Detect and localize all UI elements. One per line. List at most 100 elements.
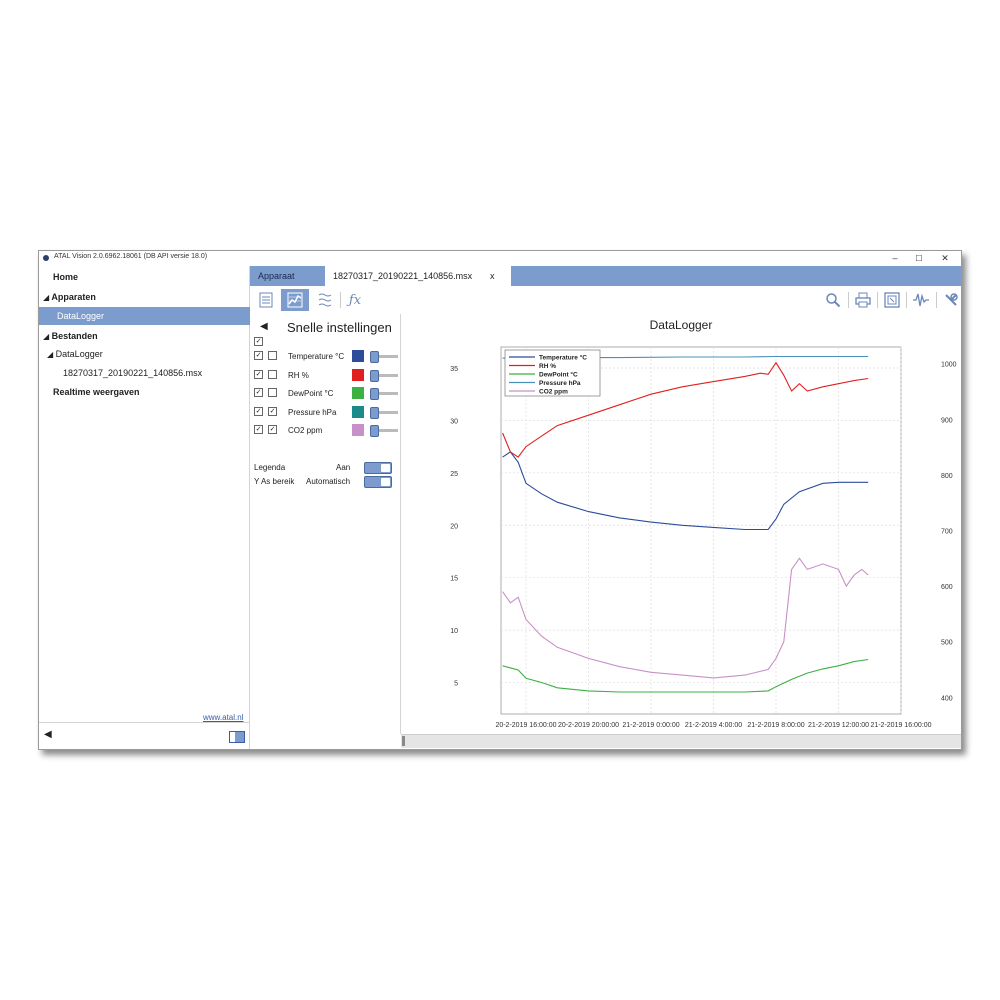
legend-label: DewPoint °C	[539, 371, 578, 379]
y-left-tick-label: 10	[450, 628, 458, 635]
series-label: Temperature °C	[288, 352, 345, 361]
tab-file[interactable]: 18270317_20190221_140856.msx x	[325, 266, 511, 286]
y-right-tick-label: 400	[941, 695, 953, 702]
function-fx-icon[interactable]: ƒx	[344, 289, 366, 311]
toolbar-separator	[340, 292, 341, 308]
toolbar-separator	[877, 292, 878, 308]
sidebar-item-datalogger-files[interactable]: ◢ DataLogger	[39, 345, 257, 363]
legend-label: Pressure hPa	[539, 380, 581, 387]
series-label: CO2 ppm	[288, 426, 323, 435]
collapse-panel-icon[interactable]: ◀	[260, 321, 268, 332]
print-icon[interactable]	[852, 289, 874, 311]
select-all-checkbox[interactable]: ✓	[254, 337, 263, 346]
maximize-button[interactable]: ☐	[907, 251, 931, 266]
toolbar: ƒx ?	[250, 286, 961, 314]
y-axis-range-toggle[interactable]	[364, 476, 392, 488]
y-right-tick-label: 1000	[941, 362, 957, 369]
sidebar-divider	[39, 722, 249, 723]
series-color-swatch[interactable]	[352, 387, 364, 399]
series-label: DewPoint °C	[288, 389, 334, 398]
chart-view-icon[interactable]	[281, 289, 309, 311]
sidebar-item-bestanden[interactable]: ◢ Bestanden	[39, 327, 253, 345]
sidebar-item-datalogger-device[interactable]: DataLogger	[39, 307, 267, 325]
series-visible-checkbox[interactable]: ✓	[254, 369, 263, 379]
zoom-icon[interactable]	[822, 289, 844, 311]
collapse-left-icon[interactable]: ◀	[44, 729, 52, 740]
line-chart[interactable]: DataLogger 20-2-2019 16:00:00 20-2-2019 20…	[401, 314, 961, 734]
panel-footer	[250, 734, 400, 749]
y-right-tick-label: 700	[941, 529, 953, 536]
sidebar-item-label: Apparaten	[51, 292, 96, 302]
panel-toggle-icon[interactable]	[229, 731, 245, 743]
expand-triangle-icon[interactable]: ◢	[43, 332, 49, 341]
series-visible-checkbox[interactable]: ✓	[254, 351, 263, 360]
y-right-tick-label: 500	[941, 640, 953, 647]
minimize-button[interactable]: –	[883, 251, 907, 266]
toolbar-separator	[906, 292, 907, 308]
atal-website-link[interactable]: www.atal.nl	[203, 713, 243, 722]
close-button[interactable]: ✕	[933, 251, 957, 266]
series-axis-checkbox[interactable]: ✓	[268, 425, 277, 434]
legenda-toggle[interactable]	[364, 462, 392, 474]
series-axis-checkbox[interactable]	[268, 351, 277, 360]
y-left-tick-label: 5	[454, 681, 458, 688]
line-width-slider[interactable]	[370, 388, 379, 400]
series-label: RH %	[288, 370, 309, 380]
series-row: ✓ RH %	[250, 368, 400, 385]
expand-triangle-icon[interactable]: ◢	[47, 350, 53, 359]
series-visible-checkbox[interactable]: ✓	[254, 425, 263, 434]
series-row: ✓ ✓ Pressure hPa	[250, 405, 400, 422]
legenda-value: Aan	[336, 463, 351, 472]
sidebar-item-realtime[interactable]: Realtime weergaven	[39, 383, 263, 401]
y-left-tick-label: 35	[450, 366, 458, 373]
sidebar-item-apparaten[interactable]: ◢ Apparaten	[39, 288, 253, 306]
horizontal-scrollbar[interactable]	[401, 734, 961, 748]
series-row: ✓ ✓ CO2 ppm	[250, 424, 400, 440]
document-icon[interactable]	[255, 289, 277, 311]
tools-icon[interactable]	[940, 289, 961, 311]
tab-apparaat[interactable]: Apparaat	[250, 266, 332, 286]
series-color-swatch[interactable]	[352, 405, 364, 418]
sidebar-item-label: DataLogger	[55, 349, 103, 359]
app-logo-icon	[43, 255, 49, 261]
signal-analysis-icon[interactable]	[910, 289, 932, 311]
line-width-slider[interactable]	[370, 425, 379, 437]
chart-title: DataLogger	[650, 318, 713, 332]
x-tick-label: 21-2-2019 4:00:00	[685, 722, 742, 729]
x-tick-label: 20-2-2019 16:00:00	[495, 722, 556, 729]
series-color-swatch[interactable]	[352, 368, 364, 381]
line-width-slider[interactable]	[370, 369, 379, 382]
quick-settings-title: Snelle instellingen	[287, 320, 392, 335]
sidebar-item-msx-file[interactable]: 18270317_20190221_140856.msx	[39, 364, 273, 382]
sidebar-nav: Home ◢ Apparaten DataLogger ◢ Bestanden …	[39, 266, 267, 749]
title-bar: ATAL Vision 2.0.6962.18061 (DB API versi…	[39, 251, 961, 266]
expand-triangle-icon[interactable]: ◢	[43, 293, 49, 302]
series-axis-checkbox[interactable]	[268, 369, 277, 379]
y-axis-range-label: Y As bereik	[254, 477, 295, 486]
series-axis-checkbox[interactable]	[268, 388, 277, 397]
y-right-tick-label: 600	[941, 584, 953, 591]
sidebar-item-label: DataLogger	[57, 311, 105, 321]
export-icon[interactable]	[881, 289, 903, 311]
series-row: ✓ DewPoint °C	[250, 387, 400, 403]
tab-close-button[interactable]: x	[490, 266, 495, 286]
legend-label: RH %	[539, 363, 556, 370]
waveform-list-icon[interactable]	[314, 289, 336, 311]
series-visible-checkbox[interactable]: ✓	[254, 388, 263, 397]
legenda-label: Legenda	[254, 463, 286, 472]
line-width-slider[interactable]	[370, 406, 379, 419]
series-color-swatch[interactable]	[352, 350, 364, 362]
series-color-swatch[interactable]	[352, 424, 364, 436]
x-tick-label: 20-2-2019 20:00:00	[558, 722, 619, 729]
series-axis-checkbox[interactable]: ✓	[268, 406, 277, 416]
window-title: ATAL Vision 2.0.6962.18061 (DB API versi…	[54, 253, 208, 260]
sidebar-item-label: Bestanden	[51, 331, 98, 341]
chart-area: DataLogger 20-2-2019 16:00:00 20-2-2019 20…	[401, 314, 961, 734]
y-left-tick-label: 30	[450, 418, 458, 425]
sidebar-item-home[interactable]: Home	[39, 268, 263, 286]
line-width-slider[interactable]	[370, 351, 379, 363]
x-tick-label: 21-2-2019 0:00:00	[622, 722, 679, 729]
y-left-tick-label: 20	[450, 523, 458, 530]
x-tick-label: 21-2-2019 12:00:00	[808, 722, 869, 729]
series-visible-checkbox[interactable]: ✓	[254, 406, 263, 416]
